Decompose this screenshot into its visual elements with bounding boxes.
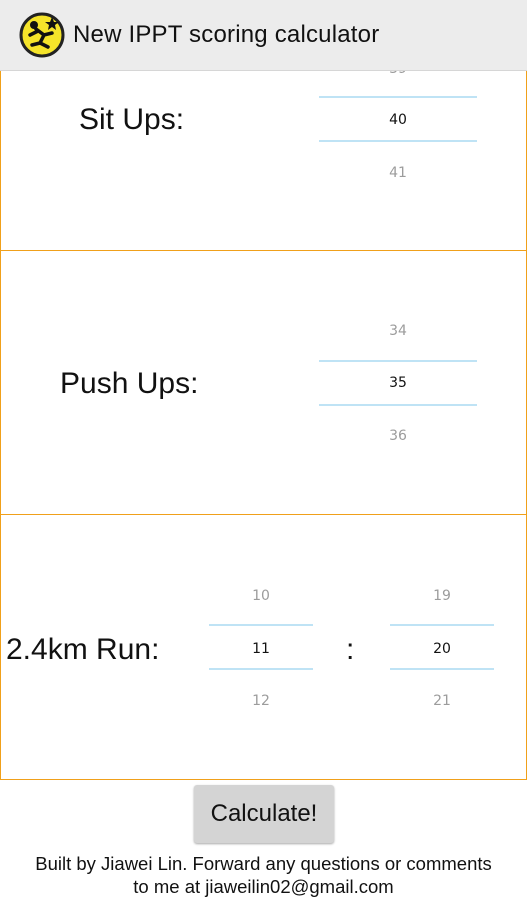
picker-divider bbox=[319, 96, 477, 98]
run-seconds-next-value[interactable]: 21 bbox=[390, 693, 494, 709]
runner-logo-icon bbox=[19, 12, 65, 58]
pushups-next-value[interactable]: 36 bbox=[319, 428, 477, 444]
picker-divider bbox=[319, 140, 477, 142]
pushups-picker[interactable]: 34 35 36 bbox=[319, 311, 477, 451]
run-label: 2.4km Run: bbox=[6, 633, 160, 666]
pushups-label: Push Ups: bbox=[60, 367, 199, 400]
footer-line-2: to me at jiaweilin02@gmail.com bbox=[133, 876, 394, 897]
pushups-section: Push Ups: 34 35 36 bbox=[0, 250, 527, 516]
footer-credits: Built by Jiawei Lin. Forward any questio… bbox=[0, 852, 527, 898]
run-minutes-prev-value[interactable]: 10 bbox=[209, 588, 313, 604]
run-seconds-prev-value[interactable]: 19 bbox=[390, 588, 494, 604]
calculate-button[interactable]: Calculate! bbox=[194, 785, 334, 843]
situps-current-value[interactable]: 40 bbox=[319, 112, 477, 128]
situps-next-value[interactable]: 41 bbox=[319, 165, 477, 181]
action-bar: New IPPT scoring calculator bbox=[0, 0, 527, 71]
run-minutes-picker[interactable]: 10 11 12 bbox=[209, 575, 313, 715]
run-seconds-picker[interactable]: 19 20 21 bbox=[390, 575, 494, 715]
picker-divider bbox=[319, 404, 477, 406]
run-section: 2.4km Run: 10 11 12 : 19 20 21 bbox=[0, 514, 527, 780]
picker-divider bbox=[390, 668, 494, 670]
pushups-current-value[interactable]: 35 bbox=[319, 375, 477, 391]
pushups-prev-value[interactable]: 34 bbox=[319, 323, 477, 339]
picker-divider bbox=[390, 624, 494, 626]
picker-divider bbox=[319, 360, 477, 362]
run-minutes-current-value[interactable]: 11 bbox=[209, 641, 313, 657]
app-title: New IPPT scoring calculator bbox=[73, 21, 380, 48]
run-minutes-next-value[interactable]: 12 bbox=[209, 693, 313, 709]
time-separator: : bbox=[346, 633, 355, 666]
run-seconds-current-value[interactable]: 20 bbox=[390, 641, 494, 657]
situps-label: Sit Ups: bbox=[79, 103, 185, 136]
picker-divider bbox=[209, 668, 313, 670]
footer-line-1: Built by Jiawei Lin. Forward any questio… bbox=[35, 853, 492, 874]
picker-divider bbox=[209, 624, 313, 626]
situps-picker[interactable]: 39 40 41 bbox=[319, 51, 477, 211]
